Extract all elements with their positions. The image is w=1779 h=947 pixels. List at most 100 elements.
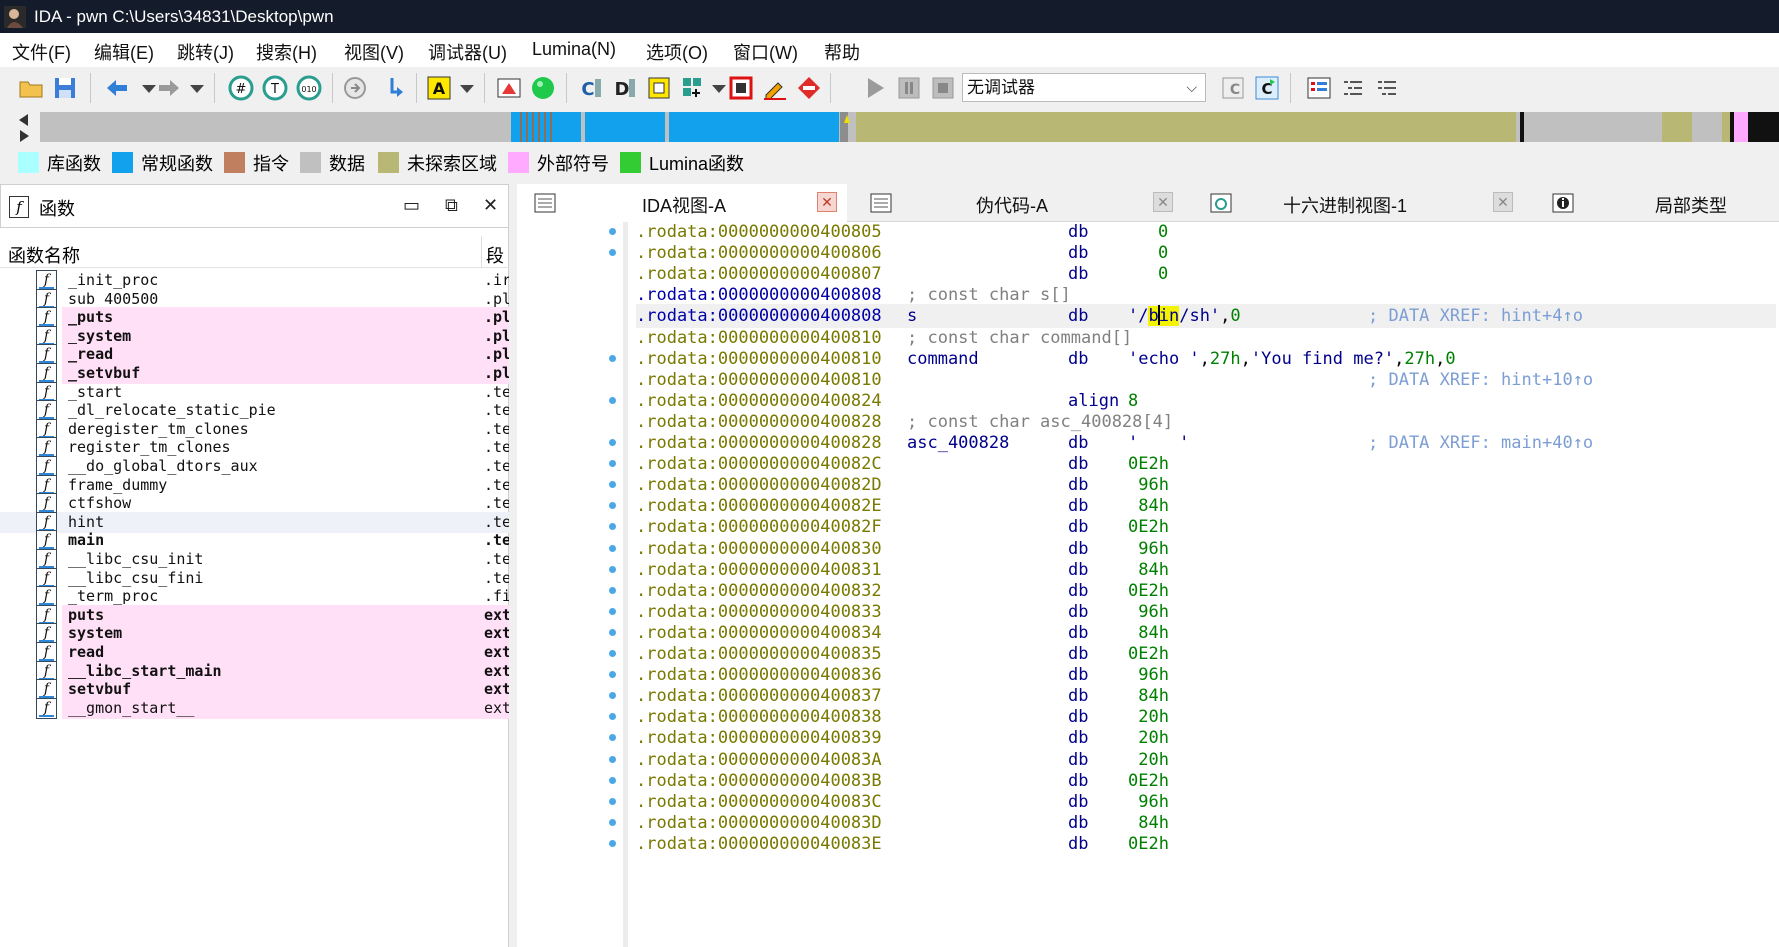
restore-icon[interactable]: ⧉: [445, 195, 458, 216]
breakpoint-dot[interactable]: [609, 734, 616, 742]
breakpoint-dot[interactable]: [609, 628, 616, 636]
disasm-operand: 0: [1158, 264, 1169, 285]
breakpoint-dot[interactable]: [609, 396, 616, 404]
legend-label: 指令: [253, 154, 289, 174]
toolbar-separator: [90, 73, 91, 103]
column-function-name[interactable]: 函数名称: [8, 242, 80, 268]
disasm-operand: 0E2h: [1128, 644, 1169, 664]
disassembly-view[interactable]: .rodata:0000000000400805 db 0 .rodata:00000…: [517, 222, 1779, 947]
disasm-operand: 0E2h: [1128, 770, 1169, 791]
close-icon[interactable]: ✕: [483, 195, 498, 216]
outdent-list-icon[interactable]: [1374, 75, 1400, 101]
tab-bar: IDA视图-A ✕ 伪代码-A ✕ 十六进制视图-1 ✕ 局部类型: [517, 184, 1779, 222]
toolbar-separator: [484, 73, 485, 103]
breakpoint-dot[interactable]: [609, 671, 616, 679]
column-segment[interactable]: 段: [486, 242, 504, 268]
legend-library-functions: 库函数: [18, 150, 101, 174]
tab-local-types[interactable]: 局部类型: [1535, 184, 1779, 222]
nav-scroll-arrows-icon[interactable]: [16, 111, 32, 145]
pause-icon[interactable]: [896, 75, 922, 101]
patch-icon[interactable]: [762, 75, 788, 101]
code-icon[interactable]: C: [578, 75, 604, 101]
breakpoint-dot[interactable]: [609, 544, 616, 552]
panel-splitter[interactable]: [509, 184, 517, 947]
hex-number-icon[interactable]: #: [228, 75, 254, 101]
disasm-operand: 0: [1158, 243, 1169, 264]
breakpoint-dot[interactable]: [609, 249, 616, 257]
chevron-down-icon[interactable]: [454, 75, 480, 101]
disasm-operand: 84h: [1128, 496, 1169, 517]
breakpoint-dot[interactable]: [609, 776, 616, 784]
breakpoint-dot[interactable]: [609, 502, 616, 510]
menu-debugger[interactable]: 调试器(U): [428, 39, 507, 65]
close-icon[interactable]: ✕: [1493, 192, 1513, 212]
breakpoint-dot[interactable]: [609, 713, 616, 721]
stop-sign-icon[interactable]: [796, 75, 822, 101]
menu-window[interactable]: 窗口(W): [733, 39, 798, 65]
breakpoint-dot[interactable]: [609, 481, 616, 489]
list-view-icon[interactable]: [1306, 75, 1332, 101]
toolbar: # T 010 A C D 无调试器 ⌵ C C: [0, 67, 1779, 107]
menu-edit[interactable]: 编辑(E): [94, 39, 154, 65]
breakpoint-dot[interactable]: [609, 797, 616, 805]
menu-file[interactable]: 文件(F): [12, 39, 71, 65]
play-icon[interactable]: [862, 75, 888, 101]
breakpoint-dot[interactable]: [609, 839, 616, 847]
tab-pseudocode[interactable]: 伪代码-A ✕: [853, 184, 1187, 222]
breakpoint-dot[interactable]: [609, 692, 616, 700]
tab-ida-view[interactable]: IDA视图-A ✕: [517, 184, 847, 222]
undefine-icon[interactable]: [342, 75, 368, 101]
enum-icon[interactable]: [680, 75, 706, 101]
step-into-icon[interactable]: [384, 75, 410, 101]
disasm-operand: 8: [1128, 390, 1139, 411]
maximize-icon[interactable]: ▭: [403, 195, 420, 216]
binary-icon[interactable]: 010: [296, 75, 322, 101]
menu-view[interactable]: 视图(V): [344, 39, 404, 65]
breakpoint-dot[interactable]: [609, 228, 616, 235]
navigation-strip[interactable]: [40, 112, 1779, 142]
decompile-c-icon[interactable]: C: [1220, 75, 1246, 101]
breakpoint-dot[interactable]: [609, 755, 616, 763]
breakpoint-dot[interactable]: [609, 565, 616, 573]
function-row[interactable]: f __gmon_start__ ext: [0, 697, 509, 719]
menu-lumina[interactable]: Lumina(N): [532, 39, 616, 60]
proximity-view-icon[interactable]: [496, 75, 522, 101]
text-mode-icon[interactable]: T: [262, 75, 288, 101]
chevron-down-icon[interactable]: [184, 75, 210, 101]
graph-overview-icon[interactable]: [530, 75, 556, 101]
legend-swatch: [620, 152, 641, 173]
breakpoint-dot[interactable]: [609, 586, 616, 594]
breakpoint-dot[interactable]: [609, 439, 616, 446]
tab-label: IDA视图-A: [642, 196, 727, 216]
segment-icon[interactable]: [728, 75, 754, 101]
menu-search[interactable]: 搜索(H): [256, 39, 317, 65]
close-icon[interactable]: ✕: [1153, 192, 1173, 212]
debugger-select[interactable]: 无调试器 ⌵: [962, 73, 1206, 102]
breakpoint-dot[interactable]: [609, 523, 616, 531]
breakpoint-dot[interactable]: [609, 818, 616, 826]
menu-jump[interactable]: 跳转(J): [177, 39, 234, 65]
breakpoint-dot[interactable]: [609, 460, 616, 468]
disasm-operand: 96h: [1128, 475, 1169, 496]
close-icon[interactable]: ✕: [817, 192, 837, 212]
tab-hex-view[interactable]: 十六进制视图-1 ✕: [1193, 184, 1529, 222]
struct-icon[interactable]: [646, 75, 672, 101]
open-folder-icon[interactable]: [18, 75, 44, 101]
disasm-operand: 20h: [1128, 749, 1169, 770]
forward-arrow-icon[interactable]: [156, 75, 182, 101]
string-literal-icon[interactable]: A: [426, 75, 452, 101]
save-icon[interactable]: [52, 75, 78, 101]
breakpoint-dot[interactable]: [609, 354, 616, 362]
data-icon[interactable]: D: [612, 75, 638, 101]
menu-options[interactable]: 选项(O): [646, 39, 708, 65]
navigation-band: [0, 107, 1779, 147]
disasm-line[interactable]: .rodata:000000000040083E db 0E2h: [636, 832, 1776, 856]
breakpoint-dot[interactable]: [609, 650, 616, 657]
stop-icon[interactable]: [930, 75, 956, 101]
back-arrow-icon[interactable]: [104, 75, 130, 101]
menu-help[interactable]: 帮助: [824, 39, 860, 65]
breakpoint-dot[interactable]: [609, 607, 616, 615]
indent-list-icon[interactable]: [1340, 75, 1366, 101]
column-divider[interactable]: [481, 236, 482, 268]
lumina-c-icon[interactable]: C: [1254, 75, 1280, 101]
